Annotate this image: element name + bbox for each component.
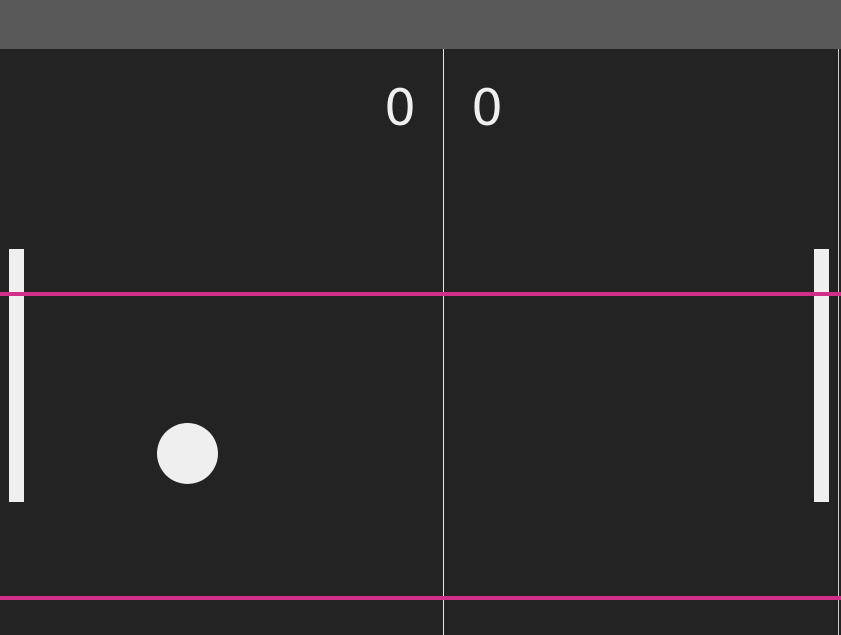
top-bar [0, 0, 841, 49]
right-paddle[interactable] [814, 249, 829, 502]
guide-line-top [0, 292, 841, 296]
left-paddle[interactable] [9, 249, 24, 502]
ball-icon [157, 423, 218, 484]
center-net [443, 49, 444, 635]
left-score: 0 [384, 79, 416, 137]
guide-line-bottom [0, 596, 841, 600]
right-score: 0 [471, 79, 503, 137]
pong-game: 0 0 [0, 0, 841, 635]
court-right-edge [838, 49, 839, 635]
court [0, 49, 841, 635]
